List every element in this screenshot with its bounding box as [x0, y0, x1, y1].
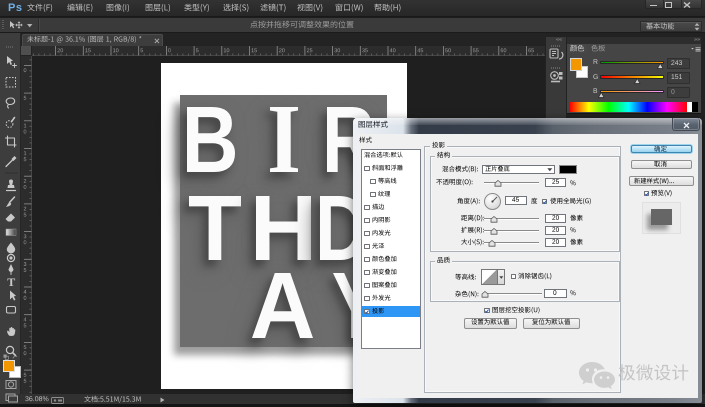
svg-text:T: T — [7, 275, 15, 289]
